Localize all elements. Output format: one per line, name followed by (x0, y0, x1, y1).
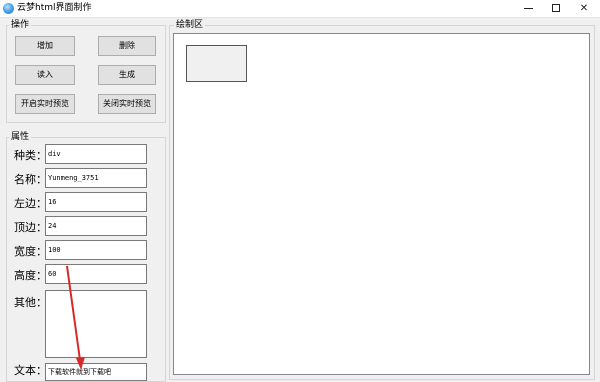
close-icon: ✕ (579, 2, 589, 14)
top-label: 顶边： (14, 221, 47, 234)
name-field[interactable]: Yunmeng_3751 (45, 168, 147, 188)
app-icon (3, 3, 14, 14)
drawing-canvas[interactable] (173, 33, 590, 375)
add-button[interactable]: 增加 (15, 36, 75, 56)
properties-group-label: 属性 (9, 132, 32, 142)
top-field[interactable]: 24 (45, 216, 147, 236)
generate-button[interactable]: 生成 (98, 65, 156, 85)
height-label: 高度： (14, 269, 47, 282)
left-field[interactable]: 16 (45, 192, 147, 212)
operations-group-label: 操作 (9, 20, 32, 30)
type-label: 种类： (14, 149, 47, 162)
minimize-button[interactable] (514, 0, 542, 16)
minimize-icon (523, 7, 533, 9)
left-label: 左边： (14, 197, 47, 210)
other-textarea[interactable] (45, 290, 147, 358)
window-title: 云梦html界面制作 (17, 3, 92, 13)
width-field[interactable]: 100 (45, 240, 147, 260)
delete-button[interactable]: 删除 (98, 36, 156, 56)
text-field[interactable]: 下载软件就到下载吧 (45, 363, 147, 381)
width-label: 宽度： (14, 245, 47, 258)
open-preview-button[interactable]: 开启实时预览 (15, 94, 75, 114)
other-label: 其他： (14, 296, 47, 309)
type-field[interactable]: div (45, 144, 147, 164)
close-preview-button[interactable]: 关闭实时预览 (98, 94, 156, 114)
canvas-group-label: 绘制区 (174, 20, 206, 30)
canvas-element-div[interactable] (186, 45, 247, 82)
height-field[interactable]: 60 (45, 264, 147, 284)
maximize-button[interactable] (542, 0, 570, 16)
close-button[interactable]: ✕ (570, 0, 598, 16)
maximize-icon (552, 4, 560, 12)
title-bar: 云梦html界面制作 ✕ (0, 0, 600, 18)
name-label: 名称： (14, 173, 47, 186)
text-label: 文本： (14, 364, 47, 377)
read-button[interactable]: 读入 (15, 65, 75, 85)
